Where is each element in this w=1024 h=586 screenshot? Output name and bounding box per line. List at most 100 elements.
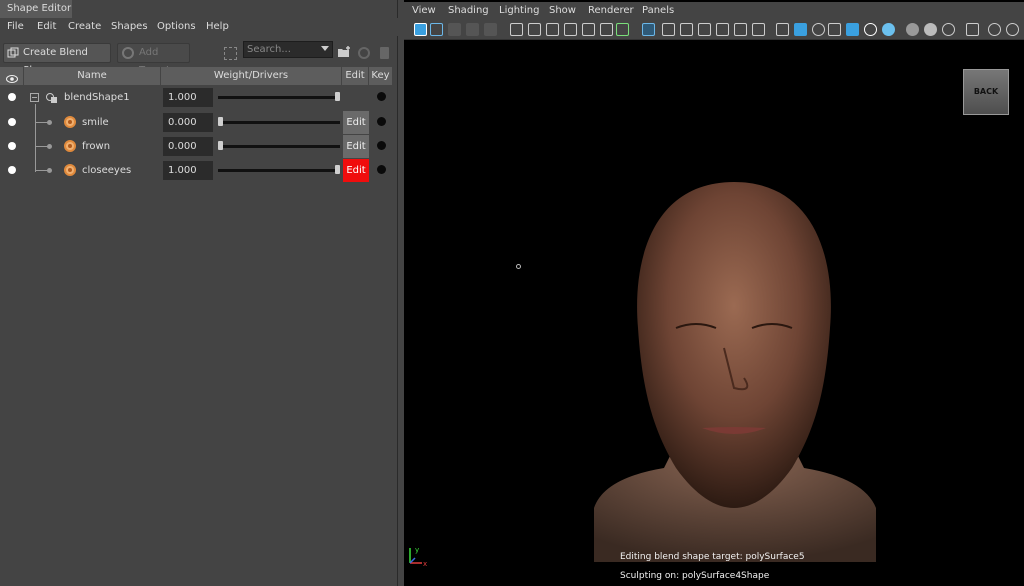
menu-help[interactable]: Help <box>206 18 229 36</box>
menu-edit[interactable]: Edit <box>37 18 56 36</box>
target-name[interactable]: closeeyes <box>82 159 131 183</box>
chevron-down-icon[interactable] <box>321 46 329 51</box>
key-button[interactable] <box>377 141 386 150</box>
edit-target-button[interactable]: Edit <box>343 111 369 134</box>
menu-show[interactable]: Show <box>549 2 576 20</box>
weight-column-header[interactable]: Weight/Drivers <box>161 67 342 85</box>
menu-options[interactable]: Options <box>157 18 196 36</box>
shadows-icon[interactable] <box>846 23 859 36</box>
blend-shape-name[interactable]: blendShape1 <box>64 86 130 110</box>
menu-lighting[interactable]: Lighting <box>499 2 539 20</box>
brush-icon[interactable] <box>616 23 629 36</box>
grid-icon[interactable] <box>484 23 497 36</box>
visibility-toggle[interactable] <box>8 166 16 174</box>
gate-mask-icon[interactable] <box>546 23 559 36</box>
select-region-icon[interactable] <box>224 47 237 60</box>
resolution-gate-icon[interactable] <box>528 23 541 36</box>
camera-attributes-icon[interactable] <box>430 23 443 36</box>
color-management-icon[interactable] <box>1006 23 1019 36</box>
safe-action-icon[interactable] <box>582 23 595 36</box>
target-name[interactable]: smile <box>82 111 109 135</box>
menu-renderer[interactable]: Renderer <box>588 2 634 20</box>
depth-of-field-icon[interactable] <box>942 23 955 36</box>
tree-node <box>47 120 52 125</box>
shape-editor-panel: Shape Editor File Edit Create Shapes Opt… <box>0 0 398 586</box>
xray-icon[interactable] <box>698 23 711 36</box>
blend-shape-weight-field[interactable]: 1.000 <box>163 88 213 107</box>
cube-icon[interactable] <box>776 23 789 36</box>
key-button[interactable] <box>377 117 386 126</box>
search-input[interactable]: Search... <box>243 41 333 58</box>
xray-joints-icon[interactable] <box>716 23 729 36</box>
default-material-icon[interactable] <box>680 23 693 36</box>
new-folder-icon[interactable] <box>337 46 351 58</box>
blend-shape-row[interactable]: blendShape1 1.000 <box>0 86 398 110</box>
safe-title-icon[interactable] <box>600 23 613 36</box>
trash-icon[interactable] <box>380 47 389 59</box>
key-button[interactable] <box>377 165 386 174</box>
target-weight-field[interactable]: 1.000 <box>163 161 213 180</box>
back-button[interactable]: BACK <box>963 69 1009 115</box>
isolate-select-icon[interactable] <box>734 23 747 36</box>
target-weight-slider[interactable] <box>218 117 340 126</box>
visibility-column-header[interactable] <box>0 67 24 85</box>
menu-shapes[interactable]: Shapes <box>111 18 148 36</box>
menu-view[interactable]: View <box>412 2 436 20</box>
panel-title: Shape Editor <box>0 0 72 18</box>
select-camera-icon[interactable] <box>414 23 427 36</box>
target-row[interactable]: closeeyes 1.000 Edit <box>0 159 398 183</box>
field-chart-icon[interactable] <box>564 23 577 36</box>
head-model[interactable] <box>584 178 884 562</box>
slider-handle[interactable] <box>335 165 340 174</box>
target-icon <box>64 140 76 152</box>
edit-target-button[interactable]: Edit <box>343 135 369 158</box>
name-column-header[interactable]: Name <box>24 67 161 85</box>
slider-handle[interactable] <box>218 117 223 126</box>
edit-target-button[interactable]: Edit <box>343 159 369 182</box>
gamma-icon[interactable] <box>988 23 1001 36</box>
menu-create[interactable]: Create <box>68 18 101 36</box>
3d-viewport[interactable]: View Shading Lighting Show Renderer Pane… <box>404 0 1024 586</box>
ambient-occlusion-icon[interactable] <box>882 23 895 36</box>
anti-alias-icon[interactable] <box>924 23 937 36</box>
menu-file[interactable]: File <box>7 18 24 36</box>
slider-handle[interactable] <box>218 141 223 150</box>
slider-handle[interactable] <box>335 92 340 101</box>
light-bulb-icon[interactable] <box>864 23 877 36</box>
motion-blur-icon[interactable] <box>906 23 919 36</box>
target-weight-field[interactable]: 0.000 <box>163 137 213 156</box>
target-icon <box>64 164 76 176</box>
hud-icon[interactable] <box>752 23 765 36</box>
smooth-shade-icon[interactable] <box>662 23 675 36</box>
visibility-toggle[interactable] <box>8 118 16 126</box>
target-weight-field[interactable]: 0.000 <box>163 113 213 132</box>
film-gate-icon[interactable] <box>510 23 523 36</box>
viewport-menubar: View Shading Lighting Show Renderer Pane… <box>404 2 1024 20</box>
visibility-toggle[interactable] <box>8 142 16 150</box>
target-row[interactable]: smile 0.000 Edit <box>0 111 398 135</box>
add-target-button[interactable]: Add Target <box>117 43 190 76</box>
collapse-icon[interactable] <box>30 93 39 102</box>
smooth-shade-all-icon[interactable] <box>794 23 807 36</box>
refresh-icon[interactable] <box>358 47 370 59</box>
target-name[interactable]: frown <box>82 135 110 159</box>
exposure-icon[interactable] <box>966 23 979 36</box>
bookmark-icon[interactable] <box>448 23 461 36</box>
visibility-toggle[interactable] <box>8 93 16 101</box>
menu-shading[interactable]: Shading <box>448 2 489 20</box>
target-weight-slider[interactable] <box>218 165 340 174</box>
target-weight-slider[interactable] <box>218 141 340 150</box>
key-column-header[interactable]: Key <box>369 67 393 85</box>
tree-node <box>47 144 52 149</box>
axis-y-label: y <box>415 546 419 554</box>
edit-column-header[interactable]: Edit <box>342 67 369 85</box>
textured-icon[interactable] <box>812 23 825 36</box>
menu-panels[interactable]: Panels <box>642 2 674 20</box>
wireframe-icon[interactable] <box>642 23 655 36</box>
create-blend-shape-button[interactable]: Create Blend Shape <box>3 43 111 76</box>
use-all-lights-icon[interactable] <box>828 23 841 36</box>
blend-shape-weight-slider[interactable] <box>218 92 340 101</box>
target-row[interactable]: frown 0.000 Edit <box>0 135 398 159</box>
key-button[interactable] <box>377 92 386 101</box>
image-plane-icon[interactable] <box>466 23 479 36</box>
